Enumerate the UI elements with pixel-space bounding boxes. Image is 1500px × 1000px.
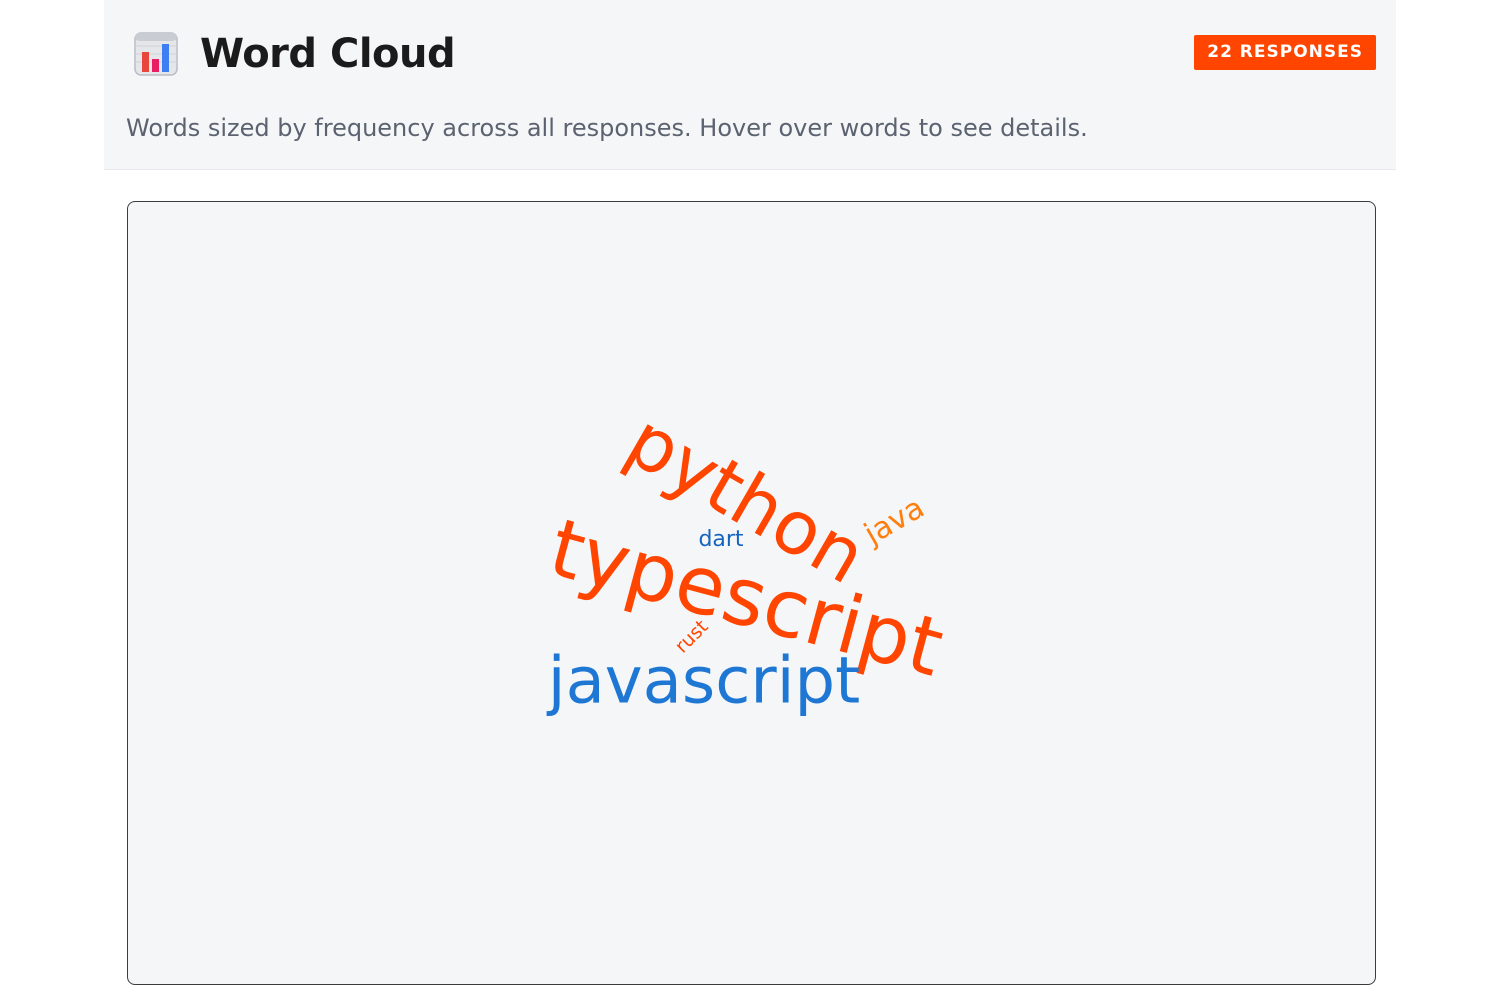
- header-panel: Word Cloud 22 RESPONSES Words sized by f…: [104, 0, 1396, 170]
- word-dart[interactable]: dart: [698, 527, 743, 552]
- page-description: Words sized by frequency across all resp…: [126, 114, 1088, 142]
- bar-chart-icon: [134, 32, 178, 76]
- page-title: Word Cloud: [200, 31, 456, 77]
- title-row: Word Cloud: [134, 30, 456, 78]
- responses-count-badge: 22 RESPONSES: [1194, 35, 1376, 70]
- word-javascript[interactable]: javascript: [546, 645, 860, 719]
